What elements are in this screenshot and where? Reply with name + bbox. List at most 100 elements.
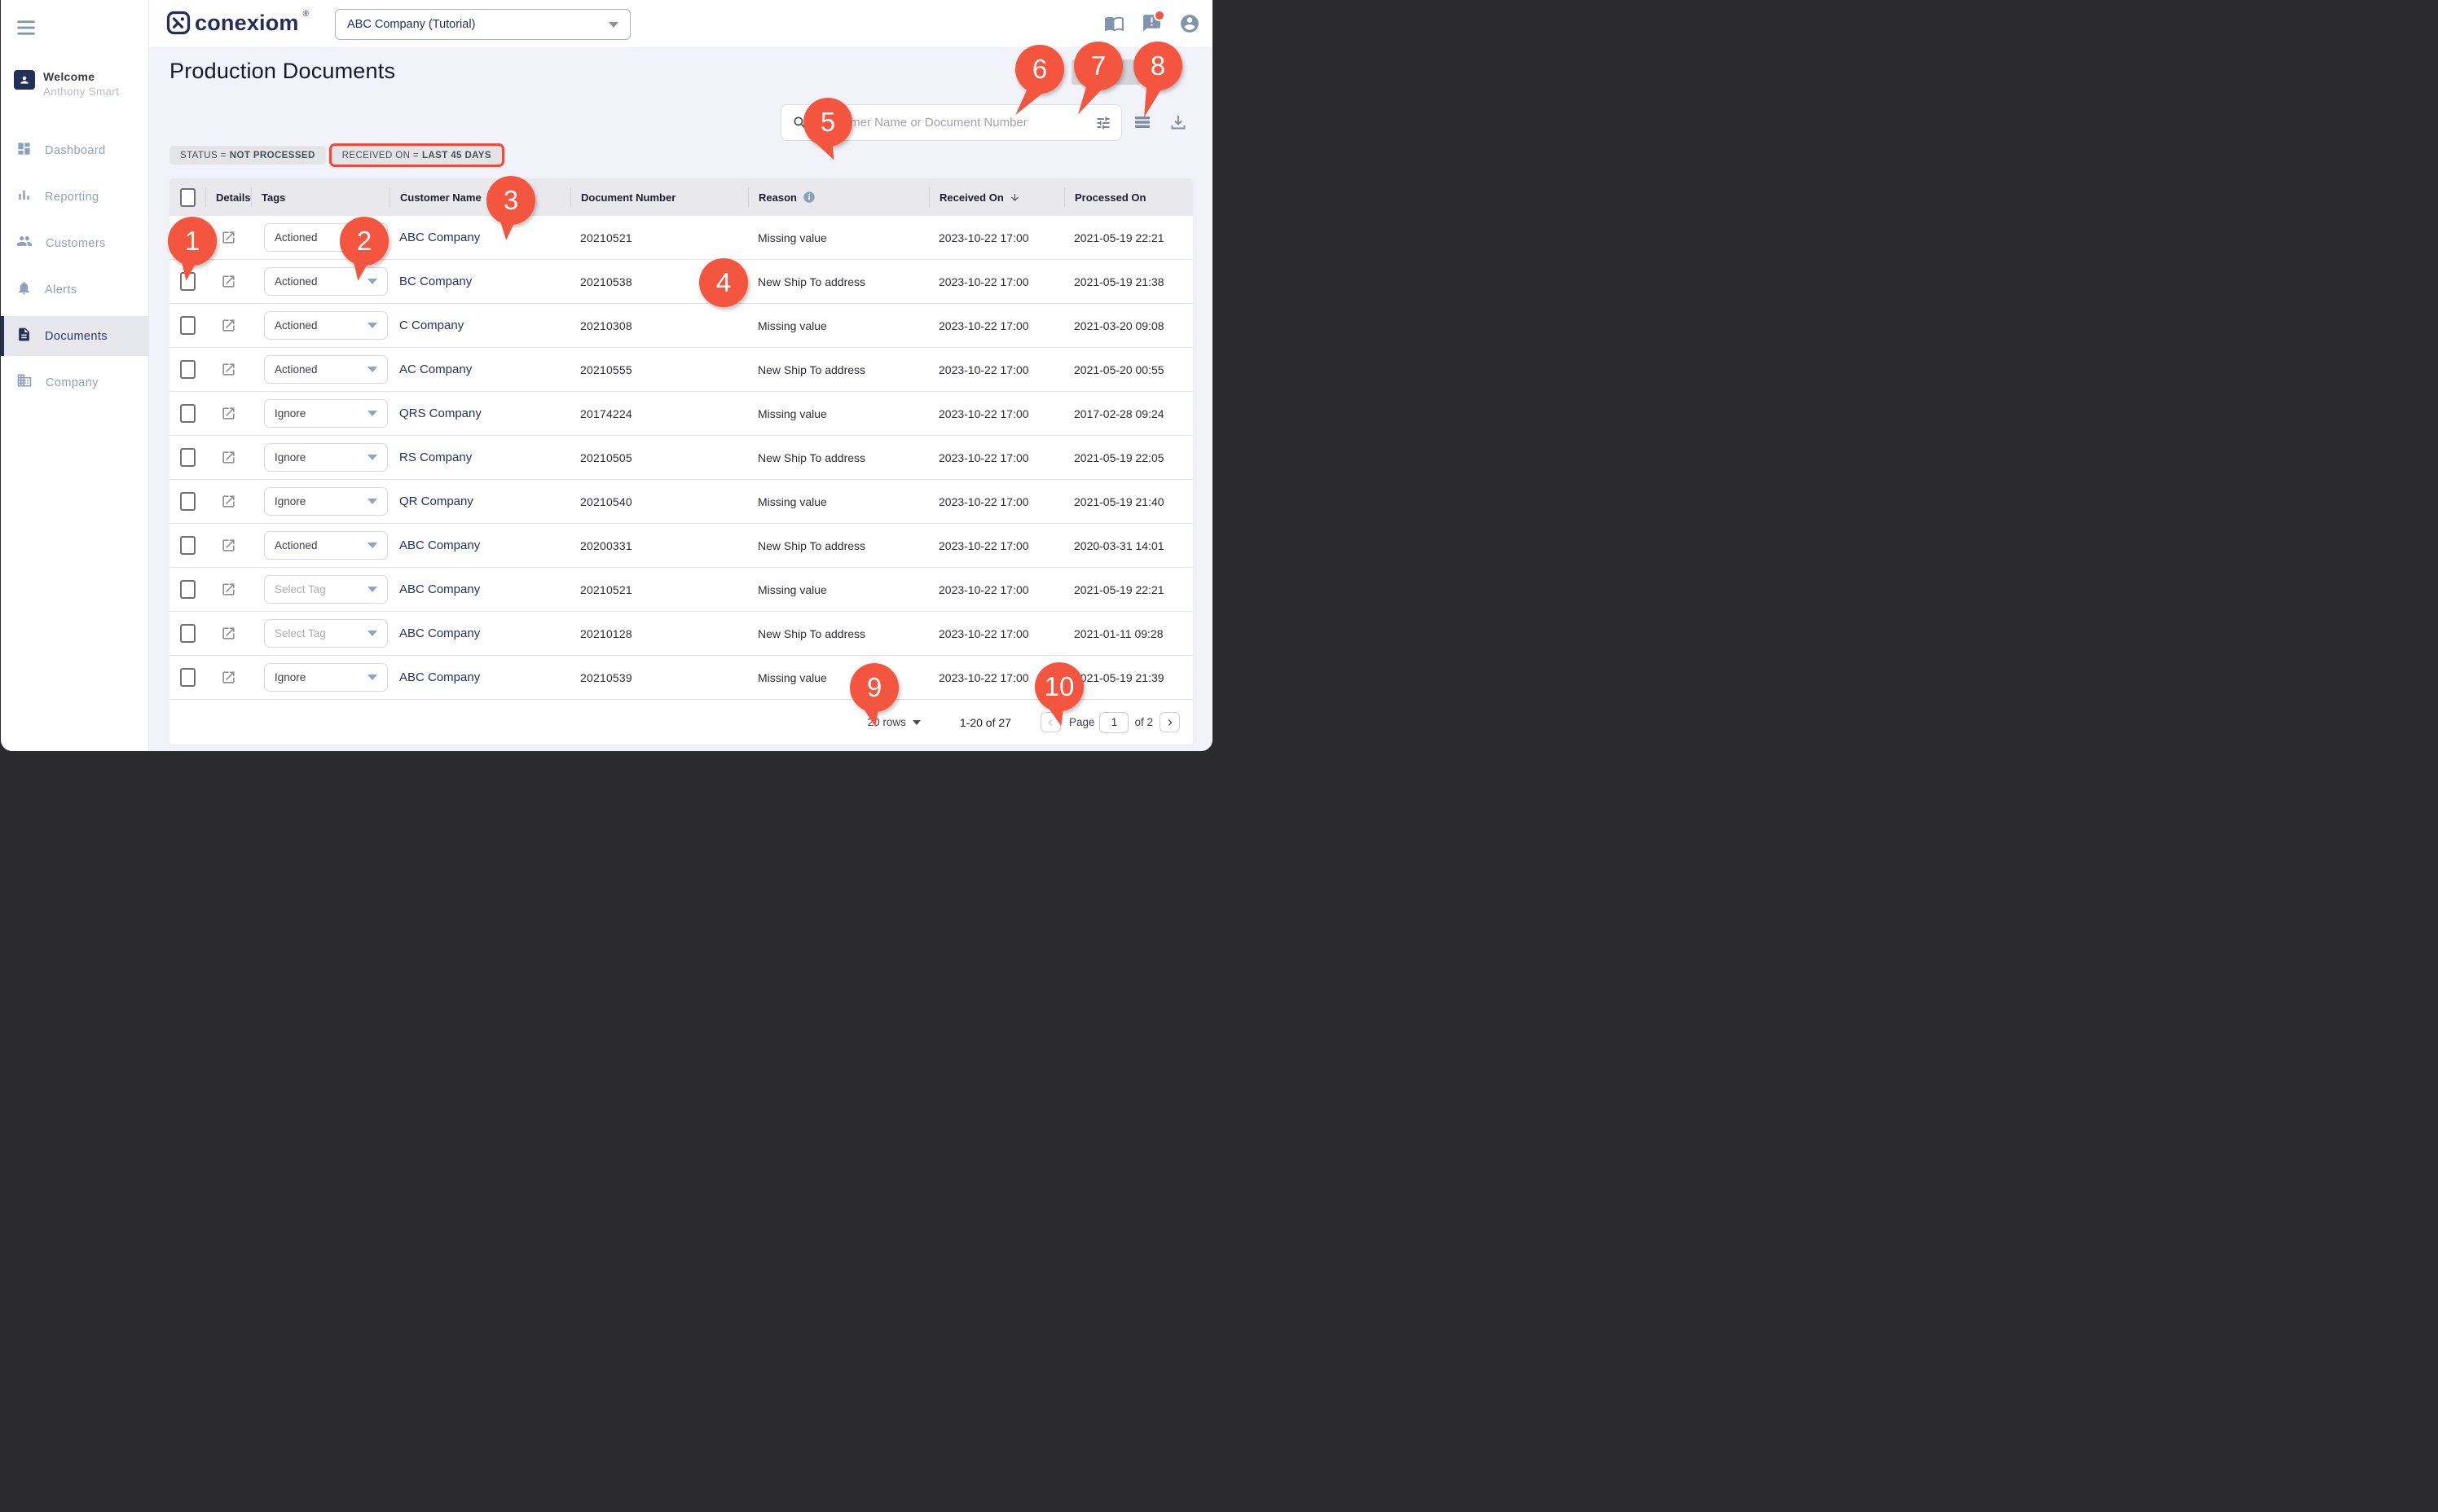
notifications-feedback-icon[interactable] — [1142, 13, 1162, 33]
row-checkbox[interactable] — [180, 536, 196, 555]
document-icon — [16, 327, 32, 346]
chevron-down-icon — [367, 631, 377, 636]
tag-select[interactable]: Ignore — [264, 663, 388, 692]
table-footer: 20 rows 1-20 of 27 Page of 2 — [169, 699, 1193, 745]
dashboard-icon — [16, 141, 32, 160]
customer-name-link[interactable]: AC Company — [399, 363, 472, 376]
open-details-icon[interactable] — [205, 450, 251, 465]
tag-select[interactable]: Select Tag — [264, 619, 388, 648]
reason-cell: Missing value — [748, 583, 929, 596]
table-body: Actioned ABC Company 20210521 Missing va… — [169, 216, 1193, 699]
page-title: Production Documents — [169, 59, 395, 84]
document-number-cell: 20210539 — [570, 671, 748, 684]
tag-select[interactable]: Ignore — [264, 443, 388, 472]
table-row: Ignore QRS Company 20174224 Missing valu… — [169, 392, 1193, 436]
processed-on-cell: 2021-05-20 00:55 — [1064, 363, 1193, 376]
customer-name-link[interactable]: ABC Company — [399, 582, 480, 596]
open-details-icon[interactable] — [205, 274, 251, 289]
account-avatar-icon[interactable] — [1179, 13, 1199, 33]
row-checkbox[interactable] — [180, 668, 196, 687]
tag-select[interactable]: Ignore — [264, 399, 388, 428]
sidebar-item-documents[interactable]: Documents — [1, 316, 148, 356]
welcome-user-name: Anthony Smart — [43, 86, 119, 98]
table-row: Select Tag ABC Company 20210521 Missing … — [169, 568, 1193, 612]
document-number-cell: 20200331 — [570, 539, 748, 552]
customer-name-link[interactable]: C Company — [399, 319, 464, 332]
open-details-icon[interactable] — [205, 670, 251, 685]
resources-book-icon[interactable] — [1104, 13, 1124, 33]
open-details-icon[interactable] — [205, 538, 251, 553]
filter-chip-received-on[interactable]: RECEIVED ON = LAST 45 DAYS — [332, 146, 502, 165]
chevron-right-icon — [1164, 716, 1177, 729]
customer-name-link[interactable]: QR Company — [399, 494, 473, 508]
row-checkbox[interactable] — [180, 624, 196, 643]
reason-cell: Missing value — [748, 231, 929, 244]
filter-settings-icon[interactable] — [1095, 115, 1111, 131]
open-details-icon[interactable] — [205, 494, 251, 509]
open-details-icon[interactable] — [205, 582, 251, 597]
reason-cell: New Ship To address — [748, 363, 929, 376]
account-badge-icon — [14, 70, 35, 90]
open-details-icon[interactable] — [205, 362, 251, 377]
tag-select[interactable]: Actioned — [264, 531, 388, 560]
document-number-cell: 20210308 — [570, 319, 748, 332]
filter-chip-status[interactable]: STATUS = NOT PROCESSED — [169, 146, 326, 165]
chevron-down-icon — [367, 587, 377, 592]
open-details-icon[interactable] — [205, 406, 251, 421]
customer-name-link[interactable]: RS Company — [399, 451, 472, 464]
next-page-button[interactable] — [1160, 712, 1180, 732]
tag-select[interactable]: Actioned — [264, 311, 388, 340]
customer-name-link[interactable]: ABC Company — [399, 626, 480, 640]
received-on-cell: 2023-10-22 17:00 — [929, 539, 1064, 552]
tag-select[interactable]: Actioned — [264, 355, 388, 384]
customer-name-link[interactable]: ABC Company — [399, 670, 480, 684]
column-header-processed[interactable]: Processed On — [1064, 187, 1193, 207]
row-checkbox[interactable] — [180, 404, 196, 423]
column-header-reason[interactable]: Reason — [748, 187, 929, 207]
open-details-icon[interactable] — [205, 318, 251, 333]
chevron-down-icon — [367, 543, 377, 548]
customer-name-link[interactable]: QRS Company — [399, 407, 482, 420]
callout-1: 1 — [168, 217, 217, 266]
processed-on-cell: 2020-03-31 14:01 — [1064, 539, 1193, 552]
document-number-cell: 20210555 — [570, 363, 748, 376]
reason-cell: Missing value — [748, 495, 929, 508]
sidebar-item-reporting[interactable]: Reporting — [1, 177, 148, 217]
sidebar-item-company[interactable]: Company — [1, 363, 148, 402]
row-checkbox[interactable] — [180, 316, 196, 335]
row-checkbox[interactable] — [180, 580, 196, 599]
tag-select[interactable]: Select Tag — [264, 575, 388, 604]
row-checkbox[interactable] — [180, 492, 196, 511]
row-checkbox[interactable] — [180, 448, 196, 467]
row-checkbox[interactable] — [180, 360, 196, 379]
sidebar-item-customers[interactable]: Customers — [1, 223, 148, 263]
search-input[interactable] — [816, 115, 1085, 130]
chevron-down-icon — [367, 411, 377, 416]
page-number-input[interactable] — [1099, 712, 1129, 733]
company-selector[interactable]: ABC Company (Tutorial) — [335, 9, 631, 40]
download-icon[interactable] — [1167, 111, 1190, 134]
logo-registered-mark: ® — [303, 10, 309, 19]
document-number-cell: 20174224 — [570, 407, 748, 420]
tag-select[interactable]: Actioned — [264, 267, 388, 296]
column-header-customer[interactable]: Customer Name — [389, 187, 570, 207]
customer-name-link[interactable]: BC Company — [399, 275, 472, 288]
open-details-icon[interactable] — [205, 626, 251, 641]
documents-table: Details Tags Customer Name Document Numb… — [169, 178, 1193, 745]
processed-on-cell: 2021-01-11 09:28 — [1064, 627, 1193, 640]
tag-select[interactable]: Ignore — [264, 487, 388, 516]
page-label: Page — [1069, 716, 1095, 728]
column-header-document[interactable]: Document Number — [570, 187, 748, 207]
column-header-received[interactable]: Received On — [929, 187, 1064, 207]
select-all-checkbox[interactable] — [180, 188, 196, 207]
customer-name-link[interactable]: ABC Company — [399, 538, 480, 552]
callout-4: 4 — [699, 258, 748, 307]
sidebar-item-dashboard[interactable]: Dashboard — [1, 130, 148, 170]
reason-cell: Missing value — [748, 319, 929, 332]
customer-name-link[interactable]: ABC Company — [399, 231, 480, 244]
menu-icon[interactable] — [14, 18, 38, 39]
chevron-down-icon — [367, 675, 377, 680]
sidebar-item-alerts[interactable]: Alerts — [1, 270, 148, 310]
table-header-row: Details Tags Customer Name Document Numb… — [169, 178, 1193, 216]
info-icon[interactable] — [803, 191, 816, 204]
